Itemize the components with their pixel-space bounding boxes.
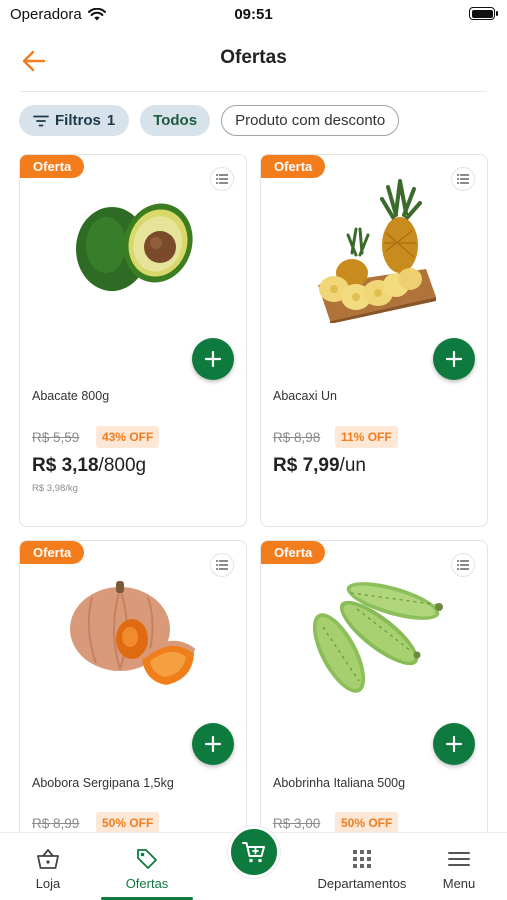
add-to-list-button[interactable] xyxy=(210,167,234,191)
hamburger-icon xyxy=(448,852,470,866)
cart-button[interactable] xyxy=(228,826,280,878)
nav-item-ofertas[interactable]: Ofertas xyxy=(101,833,193,900)
tag-icon xyxy=(137,849,157,869)
discount-badge: 50% OFF xyxy=(335,812,399,834)
offer-badge: Oferta xyxy=(20,541,85,564)
filter-icon xyxy=(33,115,49,126)
product-card[interactable]: Oferta Abobora Sergipana 1,5kg R$ 8,99 5… xyxy=(19,540,247,840)
chip-produto-com-desconto[interactable]: Produto com desconto xyxy=(221,105,400,136)
product-name: Abacaxi Un xyxy=(273,389,337,403)
product-image-pumpkin xyxy=(70,581,196,685)
nav-item-departamentos[interactable]: Departamentos xyxy=(312,833,412,900)
grid-icon xyxy=(353,850,371,868)
list-icon xyxy=(457,560,469,570)
add-to-list-button[interactable] xyxy=(451,553,475,577)
battery-icon xyxy=(469,7,498,20)
unit-price: R$ 3,98/kg xyxy=(32,483,78,494)
cart-icon xyxy=(242,842,265,863)
product-card[interactable]: Oferta Abacaxi Un R$ 8,98 11% OFF R$ 7,9… xyxy=(260,154,488,527)
old-price: R$ 5,59 xyxy=(32,430,80,445)
plus-icon xyxy=(205,736,221,752)
nav-label-departamentos: Departamentos xyxy=(317,876,407,891)
price-value: R$ 3,18 xyxy=(32,455,99,476)
plus-icon xyxy=(205,351,221,367)
add-to-cart-button[interactable] xyxy=(433,723,475,765)
price-unit: /un xyxy=(339,455,366,476)
price-unit: /800g xyxy=(98,455,147,476)
discount-badge: 11% OFF xyxy=(335,426,398,448)
product-name: Abacate 800g xyxy=(32,389,110,403)
nav-label-menu: Menu xyxy=(442,876,476,891)
add-to-list-button[interactable] xyxy=(210,553,234,577)
offer-badge: Oferta xyxy=(20,155,85,178)
product-card[interactable]: Oferta Abacate 800g R$ 5,59 43% OFF R$ 3… xyxy=(19,154,247,527)
top-header: Ofertas xyxy=(0,36,507,86)
offer-badge: Oferta xyxy=(261,541,326,564)
plus-icon xyxy=(446,351,462,367)
filters-label: Filtros xyxy=(55,112,101,129)
product-name: Abobrinha Italiana 500g xyxy=(273,776,406,790)
add-to-cart-button[interactable] xyxy=(192,723,234,765)
nav-item-menu[interactable]: Menu xyxy=(426,833,492,900)
add-to-list-button[interactable] xyxy=(451,167,475,191)
filters-count: 1 xyxy=(106,112,116,129)
price: R$ 7,99/un xyxy=(273,455,366,477)
old-price: R$ 8,99 xyxy=(32,816,80,831)
product-image-pineapple xyxy=(318,179,436,323)
product-image-zucchini xyxy=(312,582,443,693)
product-image-avocado xyxy=(76,203,193,291)
nav-label-ofertas: Ofertas xyxy=(125,876,169,891)
old-price: R$ 8,98 xyxy=(273,430,321,445)
list-icon xyxy=(457,174,469,184)
chip-todos[interactable]: Todos xyxy=(140,105,211,136)
header-divider xyxy=(20,91,487,92)
discount-badge: 50% OFF xyxy=(96,812,160,834)
filters-button[interactable]: Filtros 1 xyxy=(19,105,130,136)
product-name: Abobora Sergipana 1,5kg xyxy=(32,776,174,790)
add-to-cart-button[interactable] xyxy=(192,338,234,380)
add-to-cart-button[interactable] xyxy=(433,338,475,380)
price: R$ 3,18/800g xyxy=(32,455,146,477)
list-icon xyxy=(216,174,228,184)
old-price: R$ 3,00 xyxy=(273,816,321,831)
page-title: Ofertas xyxy=(220,47,287,68)
clock: 09:51 xyxy=(234,6,273,23)
product-card[interactable]: Oferta Abobrinha Italiana 500g R$ 3,00 5… xyxy=(260,540,488,840)
basket-icon xyxy=(37,849,59,869)
price-value: R$ 7,99 xyxy=(273,455,340,476)
filter-chips: Filtros 1 Todos Produto com desconto xyxy=(19,105,400,136)
nav-label-loja: Loja xyxy=(35,876,61,891)
discount-badge: 43% OFF xyxy=(96,426,160,448)
nav-item-loja[interactable]: Loja xyxy=(8,833,88,900)
list-icon xyxy=(216,560,228,570)
status-bar: Operadora 09:51 xyxy=(0,0,507,30)
plus-icon xyxy=(446,736,462,752)
